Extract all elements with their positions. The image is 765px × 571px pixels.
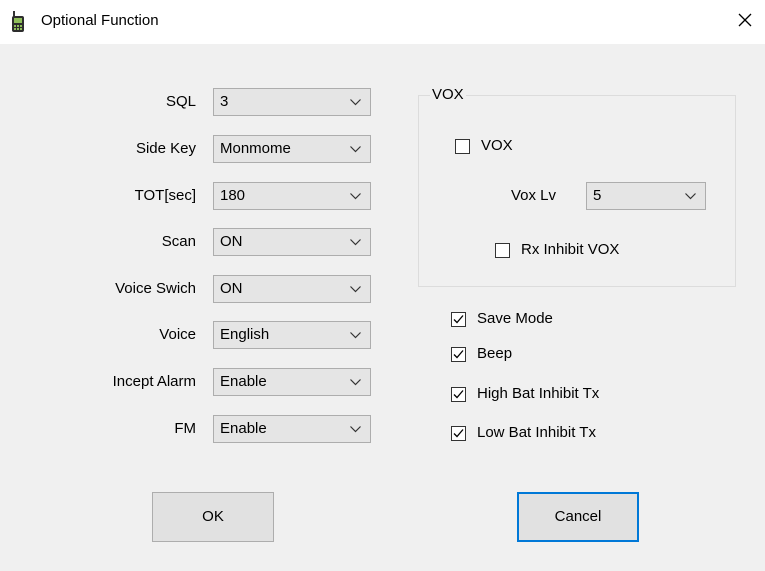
chevron-down-icon [350, 286, 361, 293]
chevron-down-icon [350, 332, 361, 339]
incept-alarm-select[interactable]: Enable [213, 368, 371, 396]
vox-checkbox-label[interactable]: VOX [481, 137, 513, 155]
side-key-value: Monmome [220, 140, 291, 157]
vox-level-label: Vox Lv [511, 187, 557, 204]
scan-select[interactable]: ON [213, 228, 371, 256]
side-key-label: Side Key [135, 140, 196, 157]
voice-switch-value: ON [220, 280, 243, 297]
tot-value: 180 [220, 187, 246, 204]
high-bat-inhibit-tx-checkbox[interactable] [451, 387, 466, 402]
optional-function-dialog: Optional Function SQL 3 Side Key Monmome… [0, 0, 765, 571]
side-key-select[interactable]: Monmome [213, 135, 371, 163]
voice-switch-select[interactable]: ON [213, 275, 371, 303]
fm-label: FM [174, 420, 196, 437]
chevron-down-icon [350, 99, 361, 106]
incept-alarm-label: Incept Alarm [112, 373, 196, 390]
scan-label: Scan [161, 233, 196, 250]
radio-icon [12, 11, 24, 32]
low-bat-inhibit-tx-checkbox[interactable] [451, 426, 466, 441]
sql-label: SQL [165, 93, 196, 110]
close-icon[interactable] [735, 10, 755, 30]
vox-checkbox[interactable] [455, 139, 470, 154]
chevron-down-icon [350, 379, 361, 386]
rx-inhibit-vox-label[interactable]: Rx Inhibit VOX [521, 241, 619, 259]
tot-label: TOT[sec] [134, 187, 196, 204]
check-icon [453, 350, 464, 359]
chevron-down-icon [350, 193, 361, 200]
rx-inhibit-vox-checkbox[interactable] [495, 243, 510, 258]
vox-level-select[interactable]: 5 [586, 182, 706, 210]
window-title: Optional Function [41, 12, 159, 29]
voice-value: English [220, 326, 270, 343]
save-mode-checkbox[interactable] [451, 312, 466, 327]
tot-select[interactable]: 180 [213, 182, 371, 210]
cancel-button[interactable]: Cancel [517, 492, 639, 542]
voice-select[interactable]: English [213, 321, 371, 349]
check-icon [453, 315, 464, 324]
fm-select[interactable]: Enable [213, 415, 371, 443]
title-bar: Optional Function [0, 0, 765, 44]
beep-label[interactable]: Beep [477, 345, 512, 363]
vox-level-value: 5 [593, 187, 602, 204]
chevron-down-icon [350, 146, 361, 153]
chevron-down-icon [350, 239, 361, 246]
check-icon [453, 429, 464, 438]
sql-select[interactable]: 3 [213, 88, 371, 116]
chevron-down-icon [350, 426, 361, 433]
chevron-down-icon [685, 193, 696, 200]
voice-label: Voice [159, 326, 196, 343]
low-bat-inhibit-tx-label[interactable]: Low Bat Inhibit Tx [477, 424, 596, 442]
check-icon [453, 390, 464, 399]
beep-checkbox[interactable] [451, 347, 466, 362]
scan-value: ON [220, 233, 243, 250]
voice-switch-label: Voice Swich [115, 280, 196, 297]
incept-alarm-value: Enable [220, 373, 267, 390]
fm-value: Enable [220, 420, 267, 437]
sql-value: 3 [220, 93, 229, 110]
save-mode-label[interactable]: Save Mode [477, 310, 553, 328]
vox-group-title: VOX [430, 86, 466, 104]
high-bat-inhibit-tx-label[interactable]: High Bat Inhibit Tx [477, 385, 599, 403]
ok-button[interactable]: OK [152, 492, 274, 542]
